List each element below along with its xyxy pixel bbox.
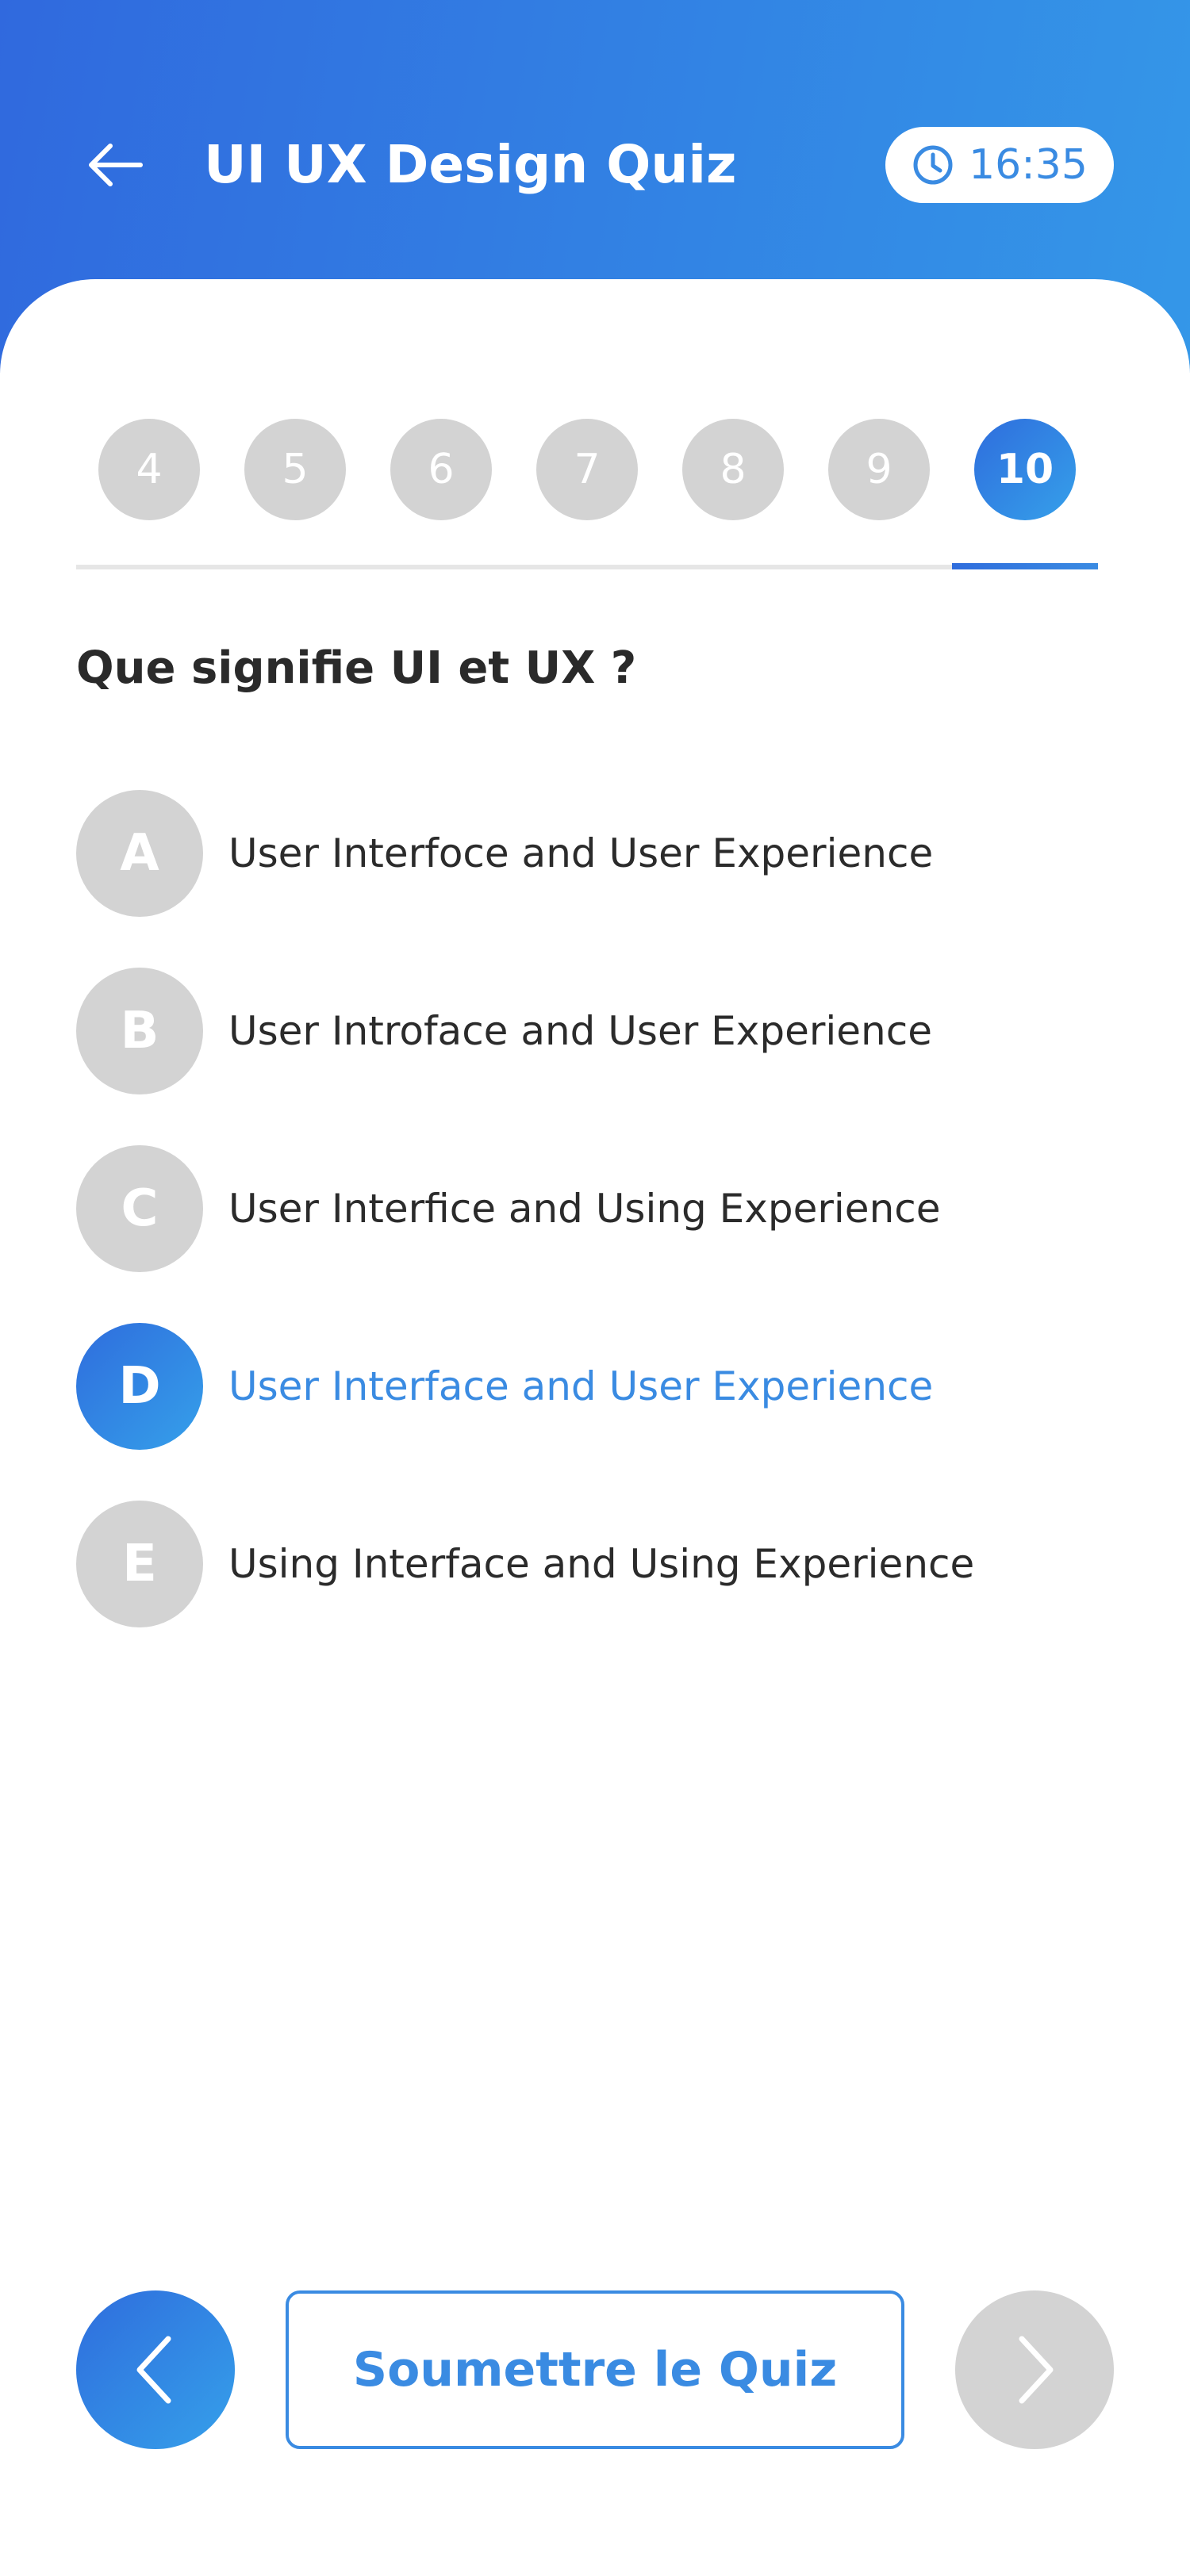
answer-option-b[interactable]: B User Introface and User Experience [76, 968, 1100, 1094]
timer-value: 16:35 [969, 141, 1088, 189]
option-text: User Interface and User Experience [228, 1363, 934, 1409]
option-text: Using Interface and Using Experience [228, 1541, 975, 1587]
back-button[interactable] [79, 133, 151, 197]
quiz-screen: UI UX Design Quiz 16:35 4 5 6 7 8 9 10 Q… [0, 0, 1190, 2576]
chevron-right-icon [1019, 2336, 1054, 2404]
answer-option-a[interactable]: A User Interfoce and User Experience [76, 790, 1100, 917]
option-letter: A [76, 790, 203, 917]
question-nav-active-indicator [952, 563, 1098, 569]
option-letter: B [76, 968, 203, 1094]
question-number-10[interactable]: 10 [974, 419, 1076, 520]
question-number-5[interactable]: 5 [244, 419, 346, 520]
question-number-6[interactable]: 6 [390, 419, 492, 520]
question-number-7[interactable]: 7 [536, 419, 638, 520]
question-text: Que signifie UI et UX ? [76, 642, 637, 694]
answer-option-c[interactable]: C User Interfice and Using Experience [76, 1145, 1100, 1272]
submit-quiz-label: Soumettre le Quiz [352, 2342, 838, 2398]
question-number-4[interactable]: 4 [98, 419, 200, 520]
question-number-8[interactable]: 8 [682, 419, 784, 520]
next-question-button[interactable] [955, 2290, 1114, 2449]
option-letter: C [76, 1145, 203, 1272]
answer-option-d[interactable]: D User Interface and User Experience [76, 1323, 1100, 1450]
answer-option-e[interactable]: E Using Interface and Using Experience [76, 1501, 1100, 1627]
timer-badge: 16:35 [885, 127, 1114, 203]
option-text: User Introface and User Experience [228, 1008, 932, 1054]
option-letter: D [76, 1323, 203, 1450]
chevron-left-icon [136, 2336, 171, 2404]
question-number-9[interactable]: 9 [828, 419, 930, 520]
clock-icon [913, 145, 953, 185]
submit-quiz-button[interactable]: Soumettre le Quiz [286, 2290, 904, 2449]
question-nav-track [76, 565, 1098, 569]
page-title: UI UX Design Quiz [204, 134, 737, 195]
option-text: User Interfoce and User Experience [228, 830, 934, 876]
option-letter: E [76, 1501, 203, 1627]
arrow-left-icon [89, 144, 143, 186]
previous-question-button[interactable] [76, 2290, 235, 2449]
option-text: User Interfice and Using Experience [228, 1186, 941, 1232]
